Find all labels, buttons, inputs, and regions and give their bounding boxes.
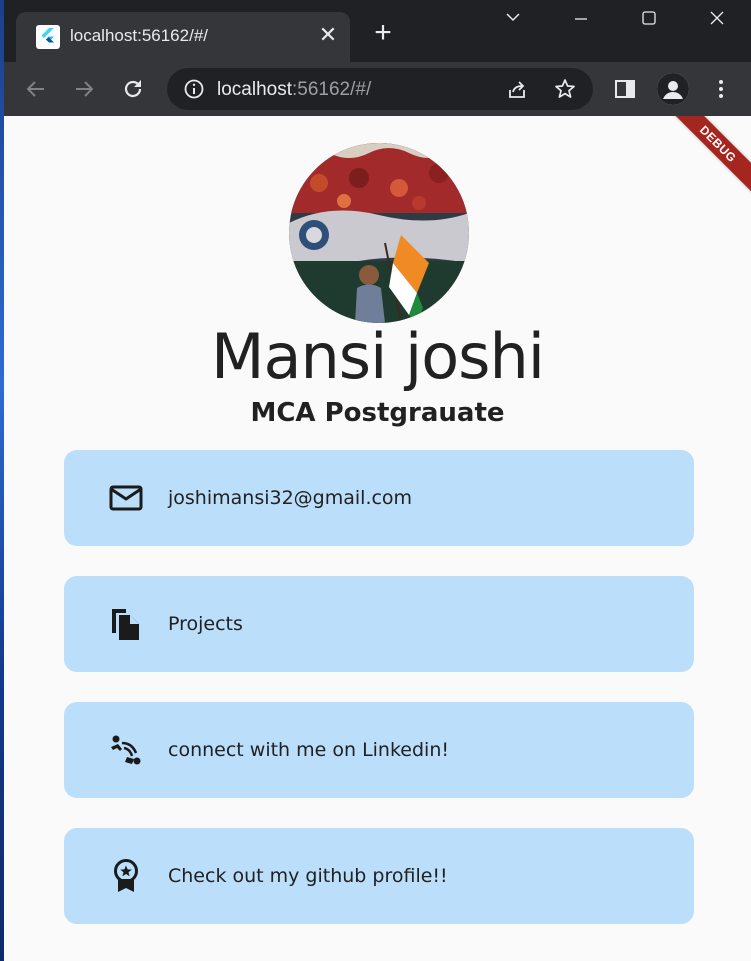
linkedin-card[interactable]: connect with me on Linkedin! xyxy=(64,702,694,798)
forward-icon[interactable] xyxy=(70,75,98,103)
tab-search-icon[interactable] xyxy=(498,8,528,34)
browser-window: localhost:56162/#/ ✕ + localhost:56162/#… xyxy=(4,0,751,961)
file-copy-icon xyxy=(108,606,144,642)
projects-card-label: Projects xyxy=(168,613,243,635)
email-card-label: joshimansi32@gmail.com xyxy=(168,487,413,509)
profile-name: Mansi joshi xyxy=(211,320,545,393)
new-tab-button[interactable]: + xyxy=(370,18,396,48)
side-panel-icon[interactable] xyxy=(612,76,638,102)
maximize-icon[interactable] xyxy=(634,8,664,34)
profile-avatar-icon[interactable] xyxy=(657,73,689,105)
projects-card[interactable]: Projects xyxy=(64,576,694,672)
tab-close-icon[interactable]: ✕ xyxy=(316,23,340,47)
tab-title: localhost:56162/#/ xyxy=(70,26,208,45)
url-path: :56162/#/ xyxy=(292,79,372,100)
back-icon[interactable] xyxy=(22,75,50,103)
menu-kebab-icon[interactable] xyxy=(708,76,734,102)
site-info-icon[interactable] xyxy=(183,78,205,100)
browser-toolbar: localhost:56162/#/ xyxy=(4,62,751,116)
profile-subtitle: MCA Postgrauate xyxy=(250,398,505,428)
email-card[interactable]: joshimansi32@gmail.com xyxy=(64,450,694,546)
reload-icon[interactable] xyxy=(119,75,147,103)
bookmark-star-icon[interactable] xyxy=(553,77,577,101)
mail-icon xyxy=(108,480,144,516)
minimize-icon[interactable] xyxy=(566,8,596,34)
badge-icon xyxy=(108,858,144,894)
linkedin-card-label: connect with me on Linkedin! xyxy=(168,739,449,761)
url-host: localhost xyxy=(217,79,292,100)
github-card[interactable]: Check out my github profile!! xyxy=(64,828,694,924)
address-bar[interactable]: localhost:56162/#/ xyxy=(167,68,593,110)
share-icon[interactable] xyxy=(505,78,529,102)
close-window-icon[interactable] xyxy=(702,8,732,34)
flutter-page: DEBUG Mansi joshi MCA Postgrauate joshim… xyxy=(4,116,751,961)
browser-tab[interactable]: localhost:56162/#/ ✕ xyxy=(16,12,350,62)
github-card-label: Check out my github profile!! xyxy=(168,865,448,887)
profile-photo xyxy=(289,143,469,323)
flutter-favicon-icon xyxy=(36,25,60,49)
tab-strip: localhost:56162/#/ ✕ + xyxy=(4,0,751,62)
connect-icon xyxy=(108,732,144,768)
debug-banner: DEBUG xyxy=(664,116,751,198)
url-text[interactable]: localhost:56162/#/ xyxy=(217,79,371,101)
